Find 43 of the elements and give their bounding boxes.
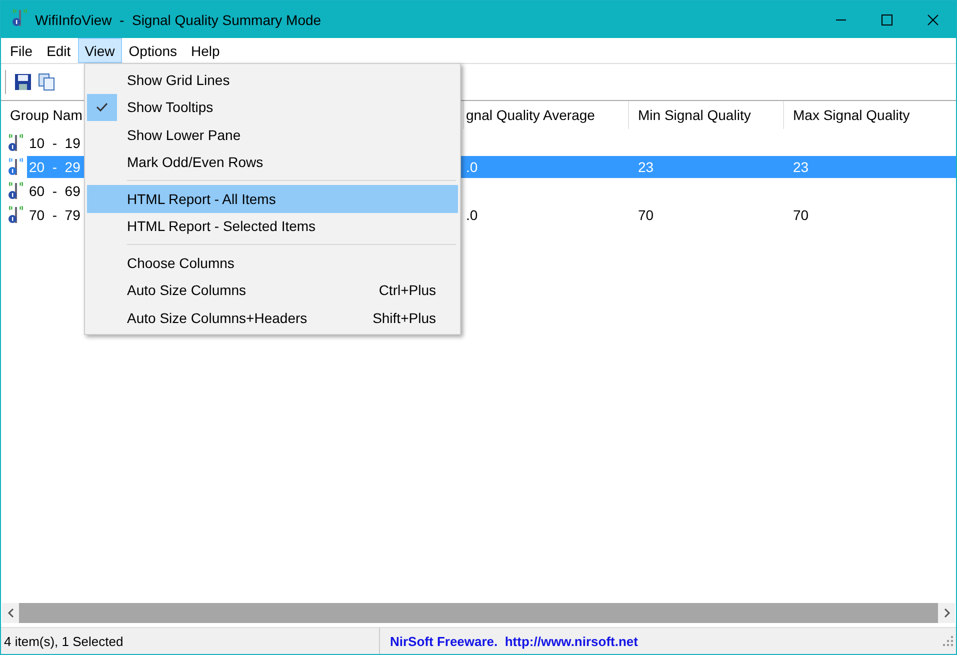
signal-tower-icon: [7, 158, 25, 176]
table-cell-text: 60 - 69: [28, 182, 82, 201]
signal-tower-icon: [11, 9, 29, 27]
menu-bar-item[interactable]: File: [3, 38, 40, 63]
status-text: 4 item(s), 1 Selected: [1, 628, 380, 654]
signal-tower-icon: [7, 206, 25, 224]
signal-tower-icon: [7, 182, 25, 200]
table-cell-text: 70: [792, 206, 810, 225]
table-cell: 23: [784, 156, 956, 178]
table-cell-text: 10 - 19: [28, 134, 82, 153]
shortcut-label: Ctrl+Plus: [378, 282, 436, 298]
table-cell-text: 70: [637, 206, 655, 225]
menu-bar-item[interactable]: Help: [184, 38, 227, 63]
menu-item[interactable]: HTML Report - All Items: [87, 185, 458, 212]
menu-item[interactable]: Auto Size Columns Ctrl+Plus: [87, 276, 458, 304]
save-icon[interactable]: [14, 73, 32, 91]
menu-item[interactable]: HTML Report - Selected Items: [87, 212, 458, 240]
status-link[interactable]: NirSoft Freeware. http://www.nirsoft.net: [380, 634, 943, 648]
menu-item[interactable]: Auto Size Columns+Headers Shift+Plus: [87, 304, 458, 332]
table-cell-text: 70 - 79: [28, 206, 82, 225]
menu-item[interactable]: Show Grid Lines: [87, 66, 458, 94]
menu-bar-item[interactable]: Options: [122, 38, 184, 63]
window-title: WifiInfoView - Signal Quality Summary Mode: [35, 12, 322, 28]
horizontal-scrollbar[interactable]: [2, 603, 955, 623]
column-header[interactable]: Min Signal Quality: [629, 101, 784, 129]
table-cell: 23: [629, 156, 784, 178]
menu-item[interactable]: Mark Odd/Even Rows: [87, 148, 458, 176]
signal-tower-icon: [7, 134, 25, 152]
resize-grip-icon[interactable]: [943, 636, 953, 646]
menu-bar-item[interactable]: Edit: [40, 38, 78, 63]
menu-item[interactable]: Choose Columns: [87, 249, 458, 276]
column-header[interactable]: Max Signal Quality: [784, 101, 956, 129]
menu-bar-item[interactable]: View: [78, 38, 122, 63]
shortcut-label: Shift+Plus: [372, 310, 436, 326]
maximize-icon[interactable]: [881, 14, 893, 26]
close-icon[interactable]: [927, 14, 939, 26]
menu-item[interactable]: Show Tooltips: [87, 94, 458, 121]
column-header[interactable]: gnal Quality Average: [464, 101, 629, 129]
table-cell-text: .0: [465, 206, 479, 225]
table-cell: 20 - 29: [27, 156, 85, 178]
table-cell: .0: [464, 156, 629, 178]
copy-icon[interactable]: [38, 73, 56, 91]
menu-item[interactable]: Show Lower Pane: [87, 121, 458, 148]
